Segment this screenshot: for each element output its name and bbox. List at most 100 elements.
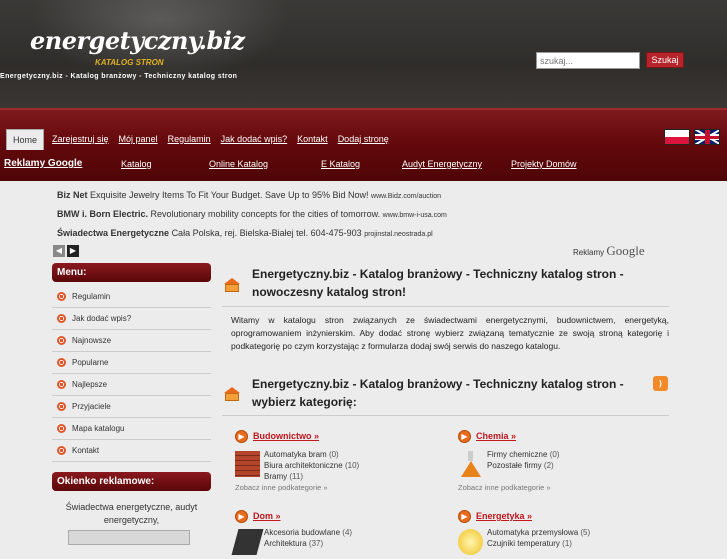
- categories-title: Energetyczny.biz - Katalog branżowy - Te…: [252, 377, 624, 409]
- logo-subtitle: KATALOG STRON: [95, 58, 164, 67]
- nav-contact[interactable]: Kontakt: [297, 134, 328, 144]
- subcategory-link[interactable]: Automatyka przemysłowa (5): [487, 527, 590, 538]
- google-logo: Google: [606, 243, 645, 258]
- sidebar-item-label: Kontakt: [72, 446, 100, 455]
- subcategory-link[interactable]: Pozostałe firmy (2): [487, 460, 559, 471]
- ad-box-heading: Okienko reklamowe:: [52, 472, 211, 491]
- google-ads-label[interactable]: Reklamy Google: [4, 158, 82, 169]
- ad-item[interactable]: BMW i. Born Electric. Revolutionary mobi…: [57, 209, 447, 219]
- nav2-audyt[interactable]: Audyt Energetyczny: [402, 159, 482, 169]
- sidebar-item-popularne[interactable]: Popularne: [52, 352, 211, 374]
- ad-title[interactable]: BMW i. Born Electric.: [57, 209, 148, 219]
- ad-url[interactable]: projinstal.neostrada.pl: [364, 231, 433, 238]
- home-folder-icon: [224, 278, 240, 292]
- more-subcategories-link[interactable]: Zobacz inne podkategorie »: [458, 483, 678, 492]
- divider: [222, 306, 669, 307]
- nav-how-to-add[interactable]: Jak dodać wpis?: [221, 134, 288, 144]
- category-link[interactable]: Chemia »: [476, 431, 516, 441]
- bullet-icon: [57, 402, 66, 411]
- sidebar-item-label: Przyjaciele: [72, 402, 111, 411]
- rss-icon[interactable]: ): [653, 376, 668, 391]
- ad-text: Exquisite Jewelry Items To Fit Your Budg…: [90, 190, 369, 200]
- sidebar-item-najnowsze[interactable]: Najnowsze: [52, 330, 211, 352]
- subcategory-link[interactable]: Automatyka bram (0): [264, 449, 359, 460]
- ad-box-text[interactable]: Świadectwa energetyczne, audyt energetyc…: [52, 501, 211, 527]
- nav-home[interactable]: Home: [6, 128, 45, 150]
- bulb-image: [458, 529, 483, 555]
- sidebar-item-label: Najnowsze: [72, 336, 112, 345]
- bullet-icon: [57, 358, 66, 367]
- bricks-image: [235, 451, 260, 477]
- ads-by-google[interactable]: Reklamy Google: [573, 243, 645, 259]
- subcategory-link[interactable]: Biura architektoniczne (10): [264, 460, 359, 471]
- intro-text: Witamy w katalogu stron związanych ze św…: [231, 315, 669, 351]
- ad-item[interactable]: Świadectwa Energetyczne Cała Polska, rej…: [57, 228, 433, 238]
- menu-heading: Menu:: [52, 263, 211, 282]
- subcategory-link[interactable]: Akcesoria budowlane (4): [264, 527, 352, 538]
- flag-pl-icon[interactable]: [664, 129, 690, 145]
- category-link[interactable]: Energetyka »: [476, 511, 532, 521]
- category-link[interactable]: Dom »: [253, 511, 281, 521]
- nav2-online-katalog[interactable]: Online Katalog: [209, 159, 268, 169]
- home-folder-icon: [224, 387, 240, 401]
- search-button[interactable]: Szukaj: [646, 52, 684, 68]
- intro-title: Energetyczny.biz - Katalog branżowy - Te…: [252, 267, 624, 299]
- ad-url[interactable]: www.bmw-i-usa.com: [383, 212, 447, 219]
- category-chemia: ▶ Chemia » Firmy chemiczne (0) Pozostałe…: [458, 428, 678, 492]
- nav2-e-katalog[interactable]: E Katalog: [321, 159, 360, 169]
- subcategory-link[interactable]: Bramy (11): [264, 471, 359, 482]
- ad-pager: ◀ ▶: [53, 245, 79, 257]
- nav-register[interactable]: Zarejestruj się: [52, 134, 109, 144]
- ads-label: Reklamy: [573, 248, 605, 257]
- main-nav: Home Zarejestruj się Mój panel Regulamin…: [6, 128, 399, 150]
- secondary-nav: Reklamy Google Katalog Online Katalog E …: [4, 158, 727, 178]
- ad-title[interactable]: Świadectwa Energetyczne: [57, 228, 169, 238]
- sidebar-item-kontakt[interactable]: Kontakt: [52, 440, 211, 462]
- arrow-right-icon: ▶: [458, 429, 471, 443]
- bullet-icon: [57, 446, 66, 455]
- sidebar-item-jak-dodac[interactable]: Jak dodać wpis?: [52, 308, 211, 330]
- bullet-icon: [57, 314, 66, 323]
- category-energetyka: ▶ Energetyka » Automatyka przemysłowa (5…: [458, 508, 678, 559]
- category-budownictwo: ▶ Budownictwo » Automatyka bram (0) Biur…: [235, 428, 455, 492]
- subcategory-link[interactable]: Architektura (37): [264, 538, 352, 549]
- nav2-projekty[interactable]: Projekty Domów: [511, 159, 577, 169]
- nav-my-panel[interactable]: Mój panel: [119, 134, 158, 144]
- ad-prev-icon[interactable]: ◀: [53, 245, 65, 257]
- category-link[interactable]: Budownictwo »: [253, 431, 319, 441]
- subcategory-link[interactable]: Czujniki temperatury (1): [487, 538, 590, 549]
- sidebar-item-mapa[interactable]: Mapa katalogu: [52, 418, 211, 440]
- flag-gb-icon[interactable]: [694, 129, 720, 145]
- sidebar-item-label: Regulamin: [72, 292, 111, 301]
- ad-title[interactable]: Biz Net: [57, 190, 88, 200]
- arrow-right-icon: ▶: [235, 429, 248, 443]
- sidebar-item-przyjaciele[interactable]: Przyjaciele: [52, 396, 211, 418]
- site-logo[interactable]: energetyczny.biz: [30, 26, 245, 55]
- ad-text: Revolutionary mobility concepts for the …: [150, 209, 381, 219]
- search-input[interactable]: [536, 52, 640, 69]
- sidebar-item-najlepsze[interactable]: Najlepsze: [52, 374, 211, 396]
- sidebar-item-label: Mapa katalogu: [72, 424, 125, 433]
- nav-rules[interactable]: Regulamin: [168, 134, 211, 144]
- house-image: [231, 529, 264, 555]
- ad-url[interactable]: www.Bidz.com/auction: [371, 193, 441, 200]
- divider: [222, 415, 669, 416]
- nav-add-site[interactable]: Dodaj stronę: [338, 134, 389, 144]
- sidebar-item-label: Jak dodać wpis?: [72, 314, 132, 323]
- ad-next-icon[interactable]: ▶: [67, 245, 79, 257]
- sidebar-item-regulamin[interactable]: Regulamin: [52, 286, 211, 308]
- arrow-right-icon: ▶: [235, 509, 248, 523]
- flask-image: [458, 451, 483, 477]
- nav2-katalog[interactable]: Katalog: [121, 159, 152, 169]
- site-tagline: Energetyczny.biz - Katalog branżowy - Te…: [0, 73, 238, 80]
- category-dom: ▶ Dom » Akcesoria budowlane (4) Architek…: [231, 508, 455, 559]
- ad-item[interactable]: Biz Net Exquisite Jewelry Items To Fit Y…: [57, 190, 441, 200]
- ad-text: Cała Polska, rej. Bielska-Białej tel. 60…: [171, 228, 362, 238]
- header: energetyczny.biz KATALOG STRON Energetyc…: [0, 0, 727, 108]
- subcategory-link[interactable]: Firmy chemiczne (0): [487, 449, 559, 460]
- arrow-right-icon: ▶: [458, 509, 471, 523]
- ad-box-image[interactable]: [68, 530, 190, 545]
- bullet-icon: [57, 380, 66, 389]
- bullet-icon: [57, 292, 66, 301]
- more-subcategories-link[interactable]: Zobacz inne podkategorie »: [235, 483, 455, 492]
